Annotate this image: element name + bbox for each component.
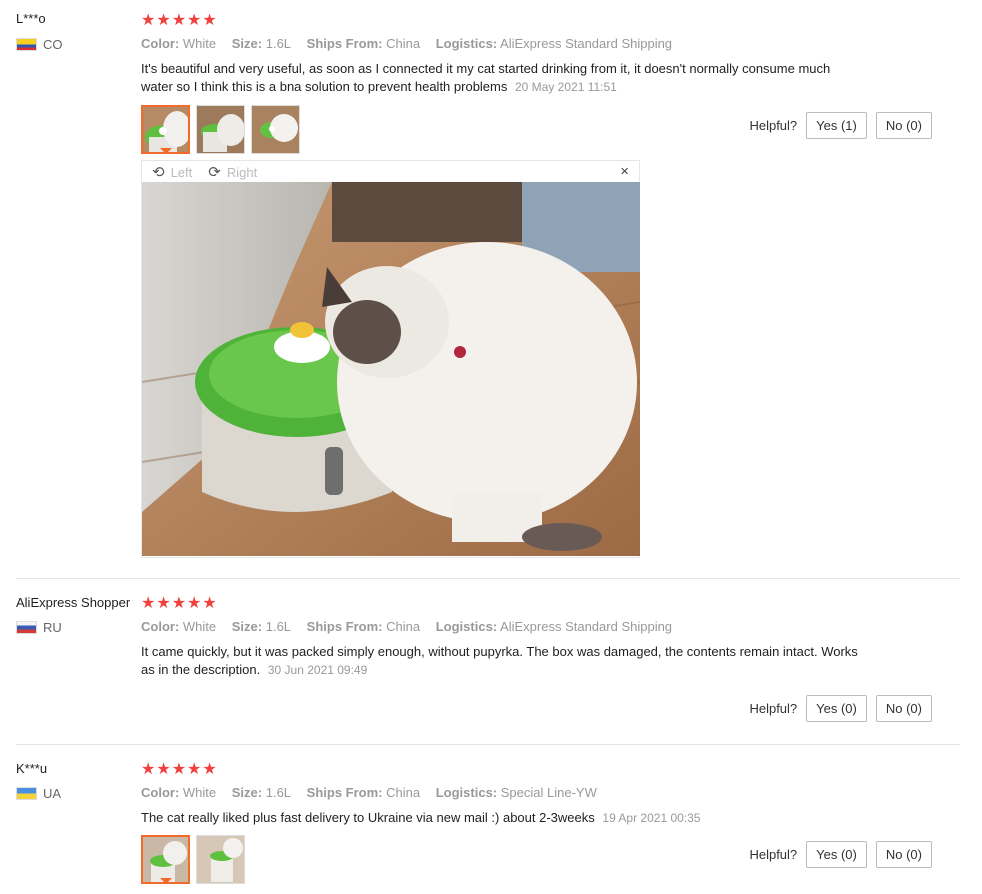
review-date: 19 Apr 2021 00:35	[602, 811, 701, 825]
color-label: Color:	[141, 36, 180, 51]
helpful-label: Helpful?	[749, 701, 798, 716]
logistics-value: AliExpress Standard Shipping	[500, 36, 673, 51]
review-divider	[16, 578, 960, 579]
helpful-yes-button[interactable]: Yes (0)	[806, 841, 867, 868]
logistics-value: AliExpress Standard Shipping	[500, 619, 673, 634]
review-photo	[142, 182, 640, 556]
close-icon[interactable]: ×	[620, 163, 629, 180]
ships-label: Ships From:	[306, 785, 383, 800]
color-value: White	[182, 619, 217, 634]
country-code: CO	[43, 37, 63, 52]
reviewer-name: AliExpress Shopper	[16, 595, 131, 610]
photo-thumbnail[interactable]	[141, 105, 190, 154]
photo-thumbnails	[141, 105, 300, 154]
photo-thumbnail[interactable]	[251, 105, 300, 154]
photo-thumbnails	[141, 835, 245, 884]
size-label: Size:	[231, 36, 263, 51]
logistics-label: Logistics:	[435, 785, 498, 800]
ships-value: China	[386, 785, 421, 800]
review-body: The cat really liked plus fast delivery …	[141, 810, 595, 825]
photo-thumbnail[interactable]	[141, 835, 190, 884]
logistics-label: Logistics:	[435, 36, 498, 51]
review-divider	[16, 744, 960, 745]
rating-stars: ★★★★★	[141, 761, 218, 778]
helpful-yes-button[interactable]: Yes (1)	[806, 112, 867, 139]
size-value: 1.6L	[265, 36, 292, 51]
rating-stars: ★★★★★	[141, 12, 218, 29]
review-text: It came quickly, but it was packed simpl…	[141, 643, 861, 679]
helpful-yes-button[interactable]: Yes (0)	[806, 695, 867, 722]
color-value: White	[182, 36, 217, 51]
ships-value: China	[386, 36, 421, 51]
review-specs: Color: White Size: 1.6L Ships From: Chin…	[141, 36, 684, 51]
color-value: White	[182, 785, 217, 800]
reviewer-country: RU	[16, 620, 62, 635]
country-code: RU	[43, 620, 62, 635]
flag-icon	[16, 787, 37, 800]
flag-icon	[16, 38, 37, 51]
reviewer-country: CO	[16, 37, 63, 52]
review-item: K***u UA ★★★★★ Color: White Size: 1.6L S…	[0, 749, 960, 894]
rating-stars: ★★★★★	[141, 595, 218, 612]
country-code: UA	[43, 786, 62, 801]
color-label: Color:	[141, 785, 180, 800]
review-date: 30 Jun 2021 09:49	[267, 663, 368, 677]
ships-label: Ships From:	[306, 619, 383, 634]
size-label: Size:	[231, 619, 263, 634]
logistics-label: Logistics:	[435, 619, 498, 634]
helpful-label: Helpful?	[749, 847, 798, 862]
helpful-no-button[interactable]: No (0)	[875, 841, 932, 868]
photo-viewer: ⟲ Left ⟳ Right ×	[141, 160, 640, 558]
helpful-section: Helpful? Yes (1) No (0)	[749, 112, 932, 139]
photo-thumbnail[interactable]	[196, 105, 245, 154]
helpful-no-button[interactable]: No (0)	[875, 112, 932, 139]
reviewer-country: UA	[16, 786, 61, 801]
review-date: 20 May 2021 11:51	[515, 80, 617, 94]
rotate-left-icon[interactable]: ⟲	[152, 163, 165, 181]
reviewer-name: K***u	[16, 761, 48, 776]
review-specs: Color: White Size: 1.6L Ships From: Chin…	[141, 785, 609, 800]
flag-icon	[16, 621, 37, 634]
review-item: L***o CO ★★★★★ Color: White Size: 1.6L S…	[0, 0, 960, 575]
size-value: 1.6L	[265, 619, 292, 634]
size-value: 1.6L	[265, 785, 292, 800]
ships-value: China	[386, 619, 421, 634]
helpful-section: Helpful? Yes (0) No (0)	[749, 695, 932, 722]
review-body: It's beautiful and very useful, as soon …	[141, 61, 831, 94]
review-body: It came quickly, but it was packed simpl…	[141, 644, 858, 677]
photo-thumbnail[interactable]	[196, 835, 245, 884]
review-item: AliExpress Shopper RU ★★★★★ Color: White…	[0, 583, 960, 743]
review-text: The cat really liked plus fast delivery …	[141, 809, 861, 827]
helpful-no-button[interactable]: No (0)	[875, 695, 932, 722]
rotate-right-button[interactable]: Right	[227, 165, 257, 180]
review-text: It's beautiful and very useful, as soon …	[141, 60, 861, 96]
rotate-left-button[interactable]: Left	[171, 165, 193, 180]
rotate-right-icon[interactable]: ⟳	[208, 163, 221, 181]
viewer-toolbar: ⟲ Left ⟳ Right	[142, 161, 639, 183]
helpful-label: Helpful?	[749, 118, 798, 133]
ships-label: Ships From:	[306, 36, 383, 51]
reviewer-name: L***o	[16, 11, 46, 26]
helpful-section: Helpful? Yes (0) No (0)	[749, 841, 932, 868]
logistics-value: Special Line-YW	[500, 785, 597, 800]
size-label: Size:	[231, 785, 263, 800]
review-specs: Color: White Size: 1.6L Ships From: Chin…	[141, 619, 684, 634]
color-label: Color:	[141, 619, 180, 634]
